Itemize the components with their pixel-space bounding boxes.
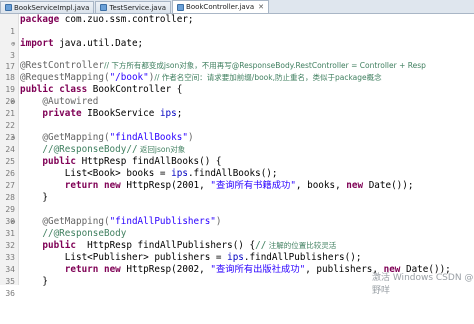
- keyword: import: [20, 38, 54, 49]
- keyword: new: [346, 180, 364, 191]
- string-literal: "查询所有书籍成功": [210, 180, 296, 191]
- code-line-27: 27 List<Book> books = ips.findAllBooks()…: [0, 168, 474, 190]
- fold-collapse-icon[interactable]: ⊖: [11, 132, 15, 144]
- statement: List<Publisher> publishers =: [64, 252, 228, 263]
- line-number: 1: [10, 27, 15, 36]
- comment: // 下方所有都变成json对象，不用再写@ResponseBody.RestC…: [103, 61, 426, 70]
- annotation: @GetMapping(: [42, 132, 110, 143]
- comment: //: [255, 240, 267, 251]
- code-line-21: 21 ⊖ @Autowired: [0, 96, 474, 118]
- annotation: @Autowired: [42, 96, 99, 107]
- code-line-1: 1 package com.zuo.ssm.controller;: [0, 14, 474, 36]
- code-line-33: 33 public HttpResp findAllPublishers() {…: [0, 240, 474, 262]
- annotation: @RestController: [20, 60, 104, 71]
- code-line-34: 34 List<Publisher> publishers = ips.find…: [0, 252, 474, 274]
- statement: HttpResp(2002,: [120, 264, 211, 275]
- code-line-32: 32 //@ResponseBody: [0, 228, 474, 250]
- statement: List<Book> books =: [64, 168, 172, 179]
- type-name: IBookService: [81, 108, 160, 119]
- closing-brace: }: [42, 276, 48, 287]
- string-literal: "查询所有出版社成功": [210, 264, 306, 275]
- code-editor[interactable]: 1 package com.zuo.ssm.controller; 3 ⊕ im…: [0, 14, 474, 298]
- code-line-30: 30: [0, 204, 474, 226]
- statement: Date());: [363, 180, 414, 191]
- keyword: class: [59, 84, 88, 95]
- comment: //@ResponseBody: [42, 228, 127, 239]
- field-name: ips: [159, 108, 177, 119]
- keyword: return: [64, 180, 99, 191]
- class-name: BookController {: [87, 84, 183, 95]
- tab-label: BookController.java: [186, 3, 255, 11]
- statement: .findAllBooks();: [187, 168, 278, 179]
- field-name: ips: [227, 252, 244, 263]
- close-icon[interactable]: ✕: [258, 3, 264, 11]
- code-line-22: 22 private IBookService ips;: [0, 108, 474, 130]
- code-line-28: 28 return new HttpResp(2001, "查询所有书籍成功",…: [0, 180, 474, 202]
- comment: 注解的位置比较灵活: [266, 241, 337, 250]
- code-line-26: 26 public HttpResp findAllBooks() {: [0, 156, 474, 178]
- code-line-23: 23: [0, 120, 474, 142]
- statement: HttpResp(2001,: [120, 180, 211, 191]
- annotation: ): [215, 216, 222, 227]
- keyword: public: [42, 240, 76, 251]
- annotation: @RequestMapping(: [20, 72, 110, 83]
- line-number: 36: [5, 289, 15, 298]
- statement: .findAllPublishers();: [243, 252, 362, 263]
- string-literal: "findAllPublishers": [109, 216, 216, 227]
- package-name: com.zuo.ssm.controller;: [59, 14, 194, 25]
- code-line-20: 20 public class BookController {: [0, 84, 474, 106]
- import-name: java.util.Date;: [53, 38, 144, 49]
- keyword: public: [42, 156, 76, 167]
- fold-collapse-icon[interactable]: ⊖: [11, 96, 15, 108]
- tab-label: BookServiceImpl.java: [14, 3, 90, 12]
- fold-collapse-icon[interactable]: ⊖: [11, 216, 15, 228]
- comment: 返回json对象: [137, 145, 186, 154]
- code-line-24: 24 ⊖ @GetMapping("findAllBooks"): [0, 132, 474, 154]
- keyword: private: [42, 108, 82, 119]
- field-name: ips: [171, 168, 188, 179]
- tab-testservice[interactable]: TestService.java: [95, 1, 172, 13]
- comment: //@ResponseBody//: [42, 144, 138, 155]
- statement: , books,: [295, 180, 347, 191]
- comment: // 作者名空间：请求要加前缀/book,防止重名，类似于package概念: [154, 73, 382, 82]
- keyword: public: [20, 84, 54, 95]
- keyword: package: [20, 14, 60, 25]
- code-line-29: 29 }: [0, 192, 474, 214]
- tab-label: TestService.java: [109, 3, 167, 12]
- code-line-19: 19 @RequestMapping("/book")// 作者名空间：请求要加…: [0, 72, 474, 94]
- string-literal: "findAllBooks": [109, 132, 188, 143]
- tab-bookcontroller[interactable]: BookController.java ✕: [172, 0, 269, 13]
- annotation: ): [187, 132, 194, 143]
- java-file-icon: [100, 4, 108, 11]
- java-file-icon: [177, 3, 185, 11]
- annotation: @GetMapping(: [42, 216, 110, 227]
- method-signature: HttpResp findAllBooks() {: [75, 156, 222, 167]
- string-literal: "/book": [109, 72, 149, 83]
- semicolon: ;: [176, 108, 183, 119]
- code-line-31: 31 ⊖ @GetMapping("findAllPublishers"): [0, 216, 474, 238]
- closing-brace: }: [42, 192, 48, 203]
- method-signature: HttpResp findAllPublishers() {: [75, 240, 256, 251]
- code-line-25: 25 //@ResponseBody// 返回json对象: [0, 144, 474, 166]
- keyword: new: [103, 180, 121, 191]
- editor-tab-bar: BookServiceImpl.java TestService.java Bo…: [0, 0, 474, 14]
- java-file-icon: [5, 4, 12, 11]
- keyword: new: [103, 264, 121, 275]
- tab-bookserviceimpl[interactable]: BookServiceImpl.java: [0, 1, 95, 13]
- keyword: return: [64, 264, 99, 275]
- code-line-18: 18 @RestController// 下方所有都变成json对象，不用再写@…: [0, 60, 474, 82]
- activate-windows-watermark: 激活 Windows CSDN @野咩: [372, 273, 474, 296]
